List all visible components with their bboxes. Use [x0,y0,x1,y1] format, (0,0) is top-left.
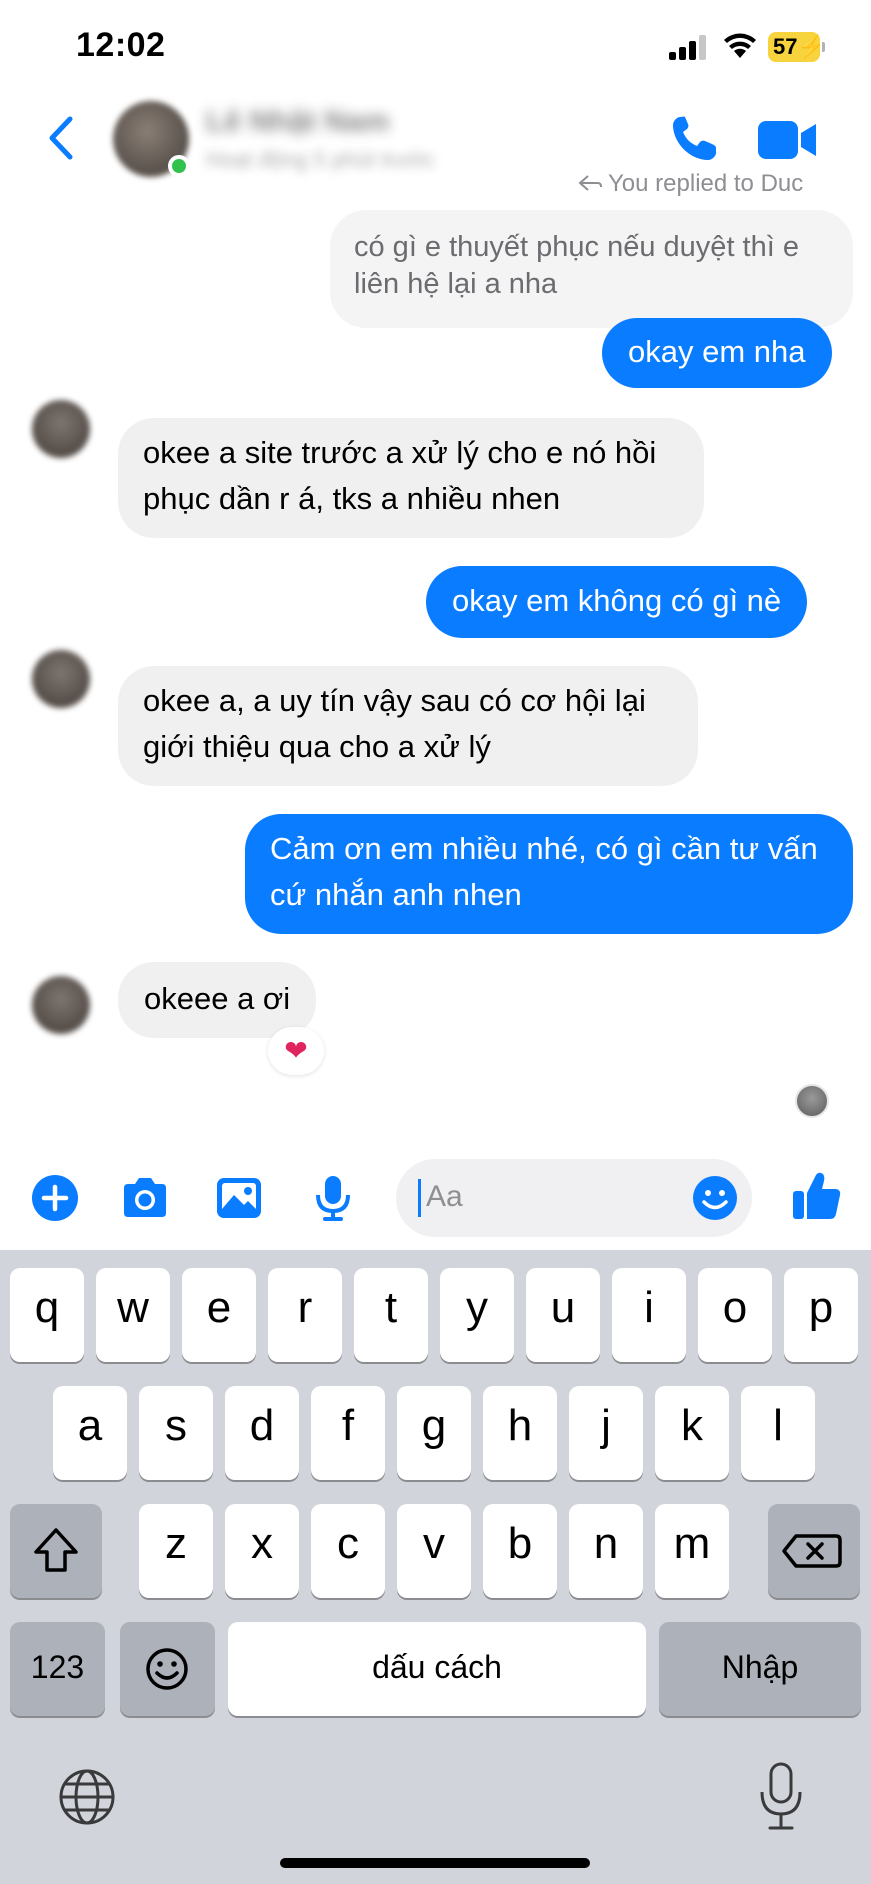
emoji-face-icon [146,1648,188,1690]
sender-avatar[interactable] [32,976,90,1034]
dictation-microphone-icon[interactable] [754,1760,808,1834]
microphone-icon[interactable] [308,1173,358,1223]
camera-icon[interactable] [120,1173,170,1223]
key-k[interactable]: k [655,1386,729,1480]
home-indicator[interactable] [280,1858,590,1868]
smiley-emoji-icon[interactable] [692,1175,738,1221]
battery-level: 57 [773,34,798,59]
key-e[interactable]: e [182,1268,256,1362]
reply-arrow-icon [578,175,602,191]
text-caret [418,1179,421,1217]
numbers-key[interactable]: 123 [10,1622,105,1716]
thumbs-up-like-icon[interactable] [790,1169,844,1223]
key-z[interactable]: z [139,1504,213,1598]
key-p[interactable]: p [784,1268,858,1362]
key-u[interactable]: u [526,1268,600,1362]
key-b[interactable]: b [483,1504,557,1598]
key-i[interactable]: i [612,1268,686,1362]
message-composer: Aa [0,1155,871,1250]
key-w[interactable]: w [96,1268,170,1362]
outgoing-message[interactable]: okay em nha [602,318,832,388]
ios-keyboard: q w e r t y u i o p a s d f g h j k l z … [0,1250,871,1884]
globe-language-icon[interactable] [56,1766,118,1828]
shift-key[interactable] [10,1504,102,1598]
space-key[interactable]: dấu cách [228,1622,646,1716]
outgoing-message[interactable]: okay em không có gì nè [426,566,808,638]
key-q[interactable]: q [10,1268,84,1362]
message-input-placeholder: Aa [426,1180,463,1213]
key-f[interactable]: f [311,1386,385,1480]
return-key[interactable]: Nhập [659,1622,861,1716]
status-bar: 12:02 57⚡ [0,0,871,100]
battery-indicator: 57⚡ [768,32,825,62]
wifi-icon [724,33,756,58]
key-o[interactable]: o [698,1268,772,1362]
key-y[interactable]: y [440,1268,514,1362]
cellular-signal-icon [669,35,706,60]
key-t[interactable]: t [354,1268,428,1362]
shift-arrow-icon [34,1528,78,1572]
replied-note: You replied to Duc [578,170,803,198]
replied-note-text: You replied to Duc [608,170,804,197]
key-x[interactable]: x [225,1504,299,1598]
sender-avatar[interactable] [32,650,90,708]
key-j[interactable]: j [569,1386,643,1480]
key-n[interactable]: n [569,1504,643,1598]
delete-backspace-icon [782,1534,842,1568]
key-g[interactable]: g [397,1386,471,1480]
key-l[interactable]: l [741,1386,815,1480]
key-r[interactable]: r [268,1268,342,1362]
gallery-image-icon[interactable] [214,1173,264,1223]
back-chevron-icon[interactable] [42,113,82,163]
status-time: 12:02 [76,26,166,64]
sender-avatar[interactable] [32,400,90,458]
incoming-message[interactable]: okee a, a uy tín vậy sau có cơ hội lại g… [118,666,698,786]
quoted-message[interactable]: có gì e thuyết phục nếu duyệt thì e liên… [330,210,853,328]
key-a[interactable]: a [53,1386,127,1480]
key-h[interactable]: h [483,1386,557,1480]
key-d[interactable]: d [225,1386,299,1480]
video-call-icon[interactable] [758,119,818,161]
key-c[interactable]: c [311,1504,385,1598]
key-v[interactable]: v [397,1504,471,1598]
incoming-message[interactable]: okee a site trước a xử lý cho e nó hồi p… [118,418,704,538]
message-thread[interactable]: You replied to Duc có gì e thuyết phục n… [0,170,871,1155]
key-s[interactable]: s [139,1386,213,1480]
key-m[interactable]: m [655,1504,729,1598]
backspace-key[interactable] [768,1504,860,1598]
plus-circle-icon[interactable] [30,1173,80,1223]
contact-name[interactable]: Lê Nhật Nam [206,105,389,139]
read-receipt-avatar [795,1084,829,1118]
message-input[interactable]: Aa [396,1159,752,1237]
outgoing-message[interactable]: Cảm ơn em nhiều nhé, có gì cần tư vấn cứ… [245,814,853,934]
emoji-key[interactable] [120,1622,215,1716]
heart-reaction-icon[interactable]: ❤ [268,1027,324,1075]
phone-call-icon[interactable] [668,113,720,165]
